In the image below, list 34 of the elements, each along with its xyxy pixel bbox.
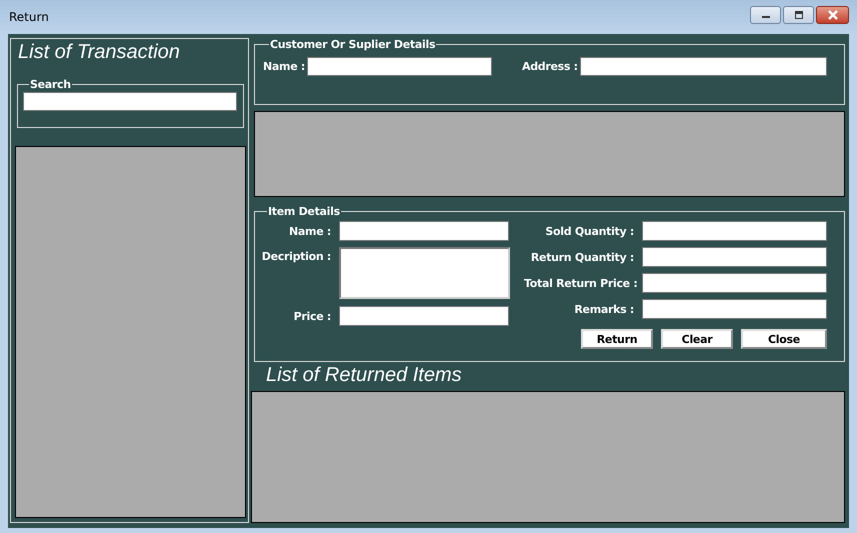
close-icon — [826, 10, 838, 20]
input-field[interactable] — [306, 57, 492, 76]
field-label: Address : — [522, 60, 578, 73]
input-field[interactable] — [580, 57, 827, 76]
field-label: Sold Quantity : — [544, 224, 634, 238]
text-area[interactable] — [339, 247, 510, 299]
panel-title: List of Transaction — [18, 41, 181, 65]
input-field[interactable] — [339, 221, 509, 241]
action-button[interactable]: Return — [581, 329, 653, 349]
input-field[interactable] — [642, 273, 827, 293]
group-label: Item Details — [267, 205, 341, 218]
group-label: Customer Or Suplier Details — [269, 38, 436, 51]
customer-list[interactable] — [254, 111, 845, 197]
close-button[interactable] — [816, 6, 849, 24]
field-label: Name : — [288, 224, 331, 238]
action-button[interactable]: Close — [741, 329, 827, 349]
field-label: Return Quantity : — [530, 250, 634, 264]
field-label: Total Return Price : — [524, 276, 634, 290]
group-label: Search — [29, 78, 72, 91]
search-field[interactable] — [23, 92, 237, 111]
maximize-button[interactable] — [783, 6, 814, 24]
section-title: List of Returned Items — [266, 364, 463, 388]
minimize-button[interactable] — [750, 6, 781, 24]
window-title: Return — [9, 10, 49, 24]
field-label: Name : — [263, 60, 305, 73]
input-field[interactable] — [642, 299, 827, 319]
field-label: Price : — [292, 310, 331, 322]
input-field[interactable] — [642, 221, 827, 241]
maximize-icon — [794, 11, 804, 19]
input-field[interactable] — [339, 306, 509, 326]
input-field[interactable] — [642, 247, 827, 267]
action-button[interactable]: Clear — [661, 329, 733, 349]
field-label: Decription : — [261, 250, 331, 263]
field-label: Remarks : — [573, 302, 634, 316]
